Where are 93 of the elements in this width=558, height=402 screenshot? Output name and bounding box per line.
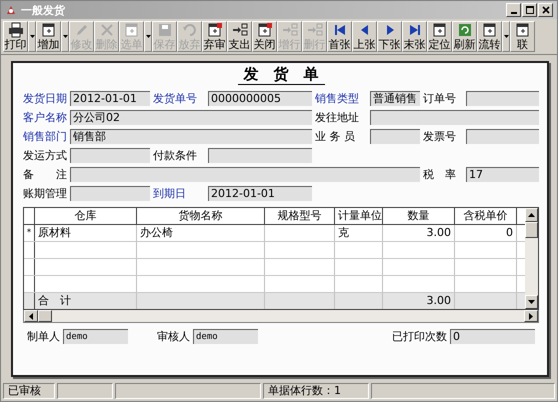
toolbar-button[interactable]: 定位: [427, 21, 452, 52]
field-label: 制单人: [27, 329, 60, 344]
window-title: 一般发货: [21, 2, 65, 18]
input-field[interactable]: [466, 129, 539, 144]
field-label: 订单号: [423, 91, 457, 106]
input-field[interactable]: 0000000005: [208, 91, 312, 106]
toolbar-button[interactable]: 关闭: [252, 21, 277, 52]
doc-icon: [514, 22, 530, 38]
column-header[interactable]: 规格型号: [265, 208, 335, 224]
toolbar-button[interactable]: 上张: [352, 21, 377, 52]
table-cell: 原材料: [35, 225, 137, 241]
field-label: 客户名称: [23, 110, 67, 125]
column-header[interactable]: 货物名称: [137, 208, 265, 224]
toolbar-button[interactable]: 流转: [477, 21, 502, 52]
close-button[interactable]: [538, 3, 553, 17]
dropdown-button[interactable]: [502, 21, 510, 52]
total-value: 3.00: [426, 294, 451, 307]
input-field[interactable]: 17: [466, 167, 539, 182]
close-icon: [542, 6, 550, 14]
undo-icon: [182, 22, 198, 38]
input-field[interactable]: 分公司02: [70, 110, 312, 125]
status-panel: [57, 383, 113, 399]
maximize-button[interactable]: [522, 3, 537, 17]
refresh-icon: [456, 22, 472, 38]
caret-icon: [146, 35, 150, 38]
input-field[interactable]: demo: [63, 329, 128, 344]
toolbar-button[interactable]: 首张: [327, 21, 352, 52]
left-arrow-icon: [29, 312, 33, 320]
table-cell: 克: [335, 225, 383, 241]
input-field[interactable]: [208, 148, 312, 163]
vertical-scrollbar[interactable]: [525, 208, 538, 309]
input-field[interactable]: [70, 148, 150, 163]
column-header[interactable]: 含税单价: [455, 208, 517, 224]
field-label: 发运方式: [23, 148, 67, 163]
input-field[interactable]: 销售部: [70, 129, 312, 144]
toolbar-button[interactable]: 联: [510, 21, 535, 52]
total-label: 合 计: [38, 294, 71, 307]
field-label: 销售部门: [23, 129, 67, 144]
input-field[interactable]: [466, 91, 539, 106]
field-label: 发货日期: [23, 91, 67, 106]
right-arrow-icon: [529, 312, 533, 320]
column-header[interactable]: 计量单位: [335, 208, 383, 224]
table-cell: 办公椅: [137, 225, 265, 241]
arrow-grid-icon: [232, 22, 248, 38]
field-label: 备 注: [23, 167, 67, 182]
column-header[interactable]: 数量: [383, 208, 455, 224]
input-field[interactable]: 2012-01-01: [208, 186, 312, 201]
caret-icon: [504, 35, 508, 38]
form-title: 发 货 单: [238, 65, 324, 85]
field-label: 账期管理: [23, 186, 67, 201]
input-field[interactable]: [370, 129, 420, 144]
input-field[interactable]: demo: [193, 329, 258, 344]
horizontal-scrollbar[interactable]: [23, 310, 539, 323]
input-field[interactable]: 0: [450, 329, 535, 344]
field-label: 付款条件: [153, 148, 198, 163]
field-label: 业 务 员: [315, 129, 356, 144]
input-field[interactable]: 2012-01-01: [70, 91, 150, 106]
toolbar-button[interactable]: 刷新: [452, 21, 477, 52]
column-header[interactable]: 仓库: [35, 208, 137, 224]
dropdown-button[interactable]: [61, 21, 69, 52]
table-cell: 0: [455, 225, 517, 241]
status-panel: 单据体行数：1: [263, 383, 369, 399]
field-label: 税 率: [423, 167, 457, 182]
toolbar-button[interactable]: 弃审: [202, 21, 227, 52]
toolbar-button[interactable]: 增加: [36, 21, 61, 52]
toolbar-button[interactable]: 末张: [402, 21, 427, 52]
input-field[interactable]: [370, 110, 539, 125]
minimize-button[interactable]: [506, 3, 521, 17]
field-label: 已打印次数: [392, 329, 447, 344]
input-field[interactable]: [70, 167, 420, 182]
toolbar-button[interactable]: 打印: [3, 21, 28, 52]
toolbar-button[interactable]: 支出: [227, 21, 252, 52]
caret-icon: [30, 35, 34, 38]
doc-plus-icon: [40, 22, 56, 38]
field-label: 发往地址: [315, 110, 360, 125]
field-label: 到期日: [153, 186, 187, 201]
app-icon: [5, 4, 17, 16]
printer-icon: [8, 22, 24, 38]
field-label: 销售类型: [315, 91, 360, 106]
dropdown-button[interactable]: [28, 21, 36, 52]
toolbar-button[interactable]: 下张: [377, 21, 402, 52]
input-field[interactable]: [70, 186, 150, 201]
field-label: 审核人: [157, 329, 190, 344]
caret-icon: [62, 35, 68, 38]
up-arrow-icon: [528, 213, 535, 217]
table-cell: 3.00: [383, 225, 455, 241]
maximize-icon: [526, 6, 534, 14]
input-field[interactable]: 普通销售: [370, 91, 420, 106]
field-label: 发票号: [423, 129, 457, 144]
cross-icon: [98, 22, 114, 38]
status-panel: 已审核: [3, 383, 55, 399]
down-arrow-icon: [528, 300, 535, 304]
field-label: 发货单号: [153, 91, 198, 106]
